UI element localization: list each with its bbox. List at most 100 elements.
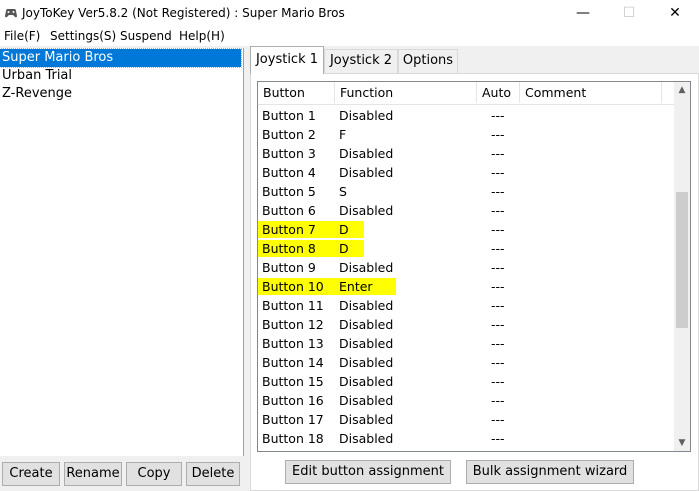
- cell-button: Button 18: [262, 431, 324, 446]
- cell-auto: ---: [491, 203, 505, 218]
- table-row[interactable]: Button 4 Disabled ---: [258, 163, 675, 182]
- cell-auto: ---: [491, 431, 505, 446]
- tab-options[interactable]: Options: [398, 49, 458, 73]
- cell-auto: ---: [491, 374, 505, 389]
- vertical-scrollbar[interactable]: ▲ ▼: [674, 82, 690, 451]
- cell-function: Disabled: [339, 355, 394, 370]
- scroll-up-arrow-icon[interactable]: ▲: [674, 82, 690, 98]
- cell-auto: ---: [491, 146, 505, 161]
- cell-function: Disabled: [339, 146, 394, 161]
- cell-button: Button 7: [262, 222, 316, 237]
- title-bar: JoyToKey Ver5.8.2 (Not Registered) : Sup…: [0, 0, 699, 26]
- table-row[interactable]: Button 15 Disabled ---: [258, 372, 675, 391]
- scrollbar-thumb[interactable]: [676, 192, 688, 328]
- table-row[interactable]: Button 18 Disabled ---: [258, 429, 675, 448]
- create-button[interactable]: Create: [2, 462, 60, 486]
- cell-button: Button 16: [262, 393, 324, 408]
- cell-auto: ---: [491, 317, 505, 332]
- grid-header: Button Function Auto Comment: [258, 82, 675, 105]
- joytokey-app-icon: [5, 9, 17, 18]
- cell-button: Button 11: [262, 298, 324, 313]
- cell-button: Button 3: [262, 146, 316, 161]
- table-row[interactable]: Button 8 D ---: [258, 239, 675, 258]
- table-row[interactable]: Button 16 Disabled ---: [258, 391, 675, 410]
- table-row[interactable]: Button 1 Disabled ---: [258, 106, 675, 125]
- cell-function: Disabled: [339, 260, 394, 275]
- column-header-button[interactable]: Button: [258, 82, 335, 103]
- cell-auto: ---: [491, 412, 505, 427]
- cell-button: Button 2: [262, 127, 316, 142]
- table-row[interactable]: Button 6 Disabled ---: [258, 201, 675, 220]
- column-header-auto[interactable]: Auto: [477, 82, 520, 103]
- table-row[interactable]: Button 9 Disabled ---: [258, 258, 675, 277]
- scroll-down-arrow-icon[interactable]: ▼: [674, 435, 690, 451]
- table-row[interactable]: Button 3 Disabled ---: [258, 144, 675, 163]
- cell-button: Button 13: [262, 336, 324, 351]
- cell-button: Button 1: [262, 108, 316, 123]
- maximize-button[interactable]: ☐: [606, 0, 652, 26]
- cell-function: Disabled: [339, 317, 394, 332]
- cell-function: D: [339, 222, 349, 237]
- table-row[interactable]: Button 12 Disabled ---: [258, 315, 675, 334]
- edit-button-assignment-button[interactable]: Edit button assignment: [285, 460, 451, 484]
- cell-button: Button 6: [262, 203, 316, 218]
- close-button[interactable]: ✕: [652, 0, 698, 26]
- cell-function: Disabled: [339, 298, 394, 313]
- cell-button: Button 8: [262, 241, 316, 256]
- tab-joystick-1[interactable]: Joystick 1: [250, 46, 324, 74]
- table-row[interactable]: Button 7 D ---: [258, 220, 675, 239]
- cell-function: Enter: [339, 279, 373, 294]
- cell-auto: ---: [491, 298, 505, 313]
- cell-button: Button 17: [262, 412, 324, 427]
- rename-button[interactable]: Rename: [64, 462, 122, 486]
- cell-button: Button 12: [262, 317, 324, 332]
- cell-auto: ---: [491, 108, 505, 123]
- cell-auto: ---: [491, 184, 505, 199]
- table-row[interactable]: Button 2 F ---: [258, 125, 675, 144]
- table-row[interactable]: Button 11 Disabled ---: [258, 296, 675, 315]
- cell-function: Disabled: [339, 108, 394, 123]
- minimize-button[interactable]: —: [560, 0, 606, 26]
- table-row[interactable]: Button 14 Disabled ---: [258, 353, 675, 372]
- copy-button[interactable]: Copy: [126, 462, 182, 486]
- config-item-super-mario-bros[interactable]: Super Mario Bros: [0, 48, 242, 68]
- menu-suspend[interactable]: Suspend: [120, 29, 172, 43]
- cell-button: Button 15: [262, 374, 324, 389]
- menu-help[interactable]: Help(H): [179, 29, 225, 43]
- cell-function: Disabled: [339, 431, 394, 446]
- config-item-urban-trial[interactable]: Urban Trial: [0, 67, 241, 85]
- cell-function: D: [339, 241, 349, 256]
- cell-auto: ---: [491, 393, 505, 408]
- button-assignment-grid[interactable]: Button Function Auto Comment Button 1 Dis…: [257, 81, 691, 452]
- bulk-assignment-wizard-button[interactable]: Bulk assignment wizard: [466, 460, 634, 484]
- cell-auto: ---: [491, 241, 505, 256]
- table-row[interactable]: Button 10 Enter ---: [258, 277, 675, 296]
- pane-splitter[interactable]: [244, 48, 248, 491]
- cell-function: S: [339, 184, 347, 199]
- column-header-comment[interactable]: Comment: [520, 82, 662, 103]
- cell-function: Disabled: [339, 203, 394, 218]
- cell-auto: ---: [491, 127, 505, 142]
- config-list[interactable]: Super Mario Bros Urban Trial Z-Revenge: [0, 48, 244, 456]
- table-row[interactable]: Button 17 Disabled ---: [258, 410, 675, 429]
- cell-function: Disabled: [339, 393, 394, 408]
- menu-settings[interactable]: Settings(S): [50, 29, 116, 43]
- cell-button: Button 10: [262, 279, 324, 294]
- menu-file[interactable]: File(F): [4, 29, 40, 43]
- cell-function: F: [339, 127, 347, 142]
- cell-auto: ---: [491, 279, 505, 294]
- menu-bar: File(F) Settings(S) Suspend Help(H): [0, 26, 699, 46]
- cell-button: Button 5: [262, 184, 316, 199]
- table-row[interactable]: Button 13 Disabled ---: [258, 334, 675, 353]
- tab-joystick-2[interactable]: Joystick 2: [324, 49, 398, 73]
- cell-function: Disabled: [339, 336, 394, 351]
- cell-auto: ---: [491, 336, 505, 351]
- cell-function: Disabled: [339, 412, 394, 427]
- table-row[interactable]: Button 5 S ---: [258, 182, 675, 201]
- config-item-z-revenge[interactable]: Z-Revenge: [0, 85, 241, 103]
- cell-function: Disabled: [339, 374, 394, 389]
- delete-button[interactable]: Delete: [186, 462, 240, 486]
- window-title: JoyToKey Ver5.8.2 (Not Registered) : Sup…: [22, 6, 345, 20]
- cell-button: Button 14: [262, 355, 324, 370]
- column-header-function[interactable]: Function: [335, 82, 477, 103]
